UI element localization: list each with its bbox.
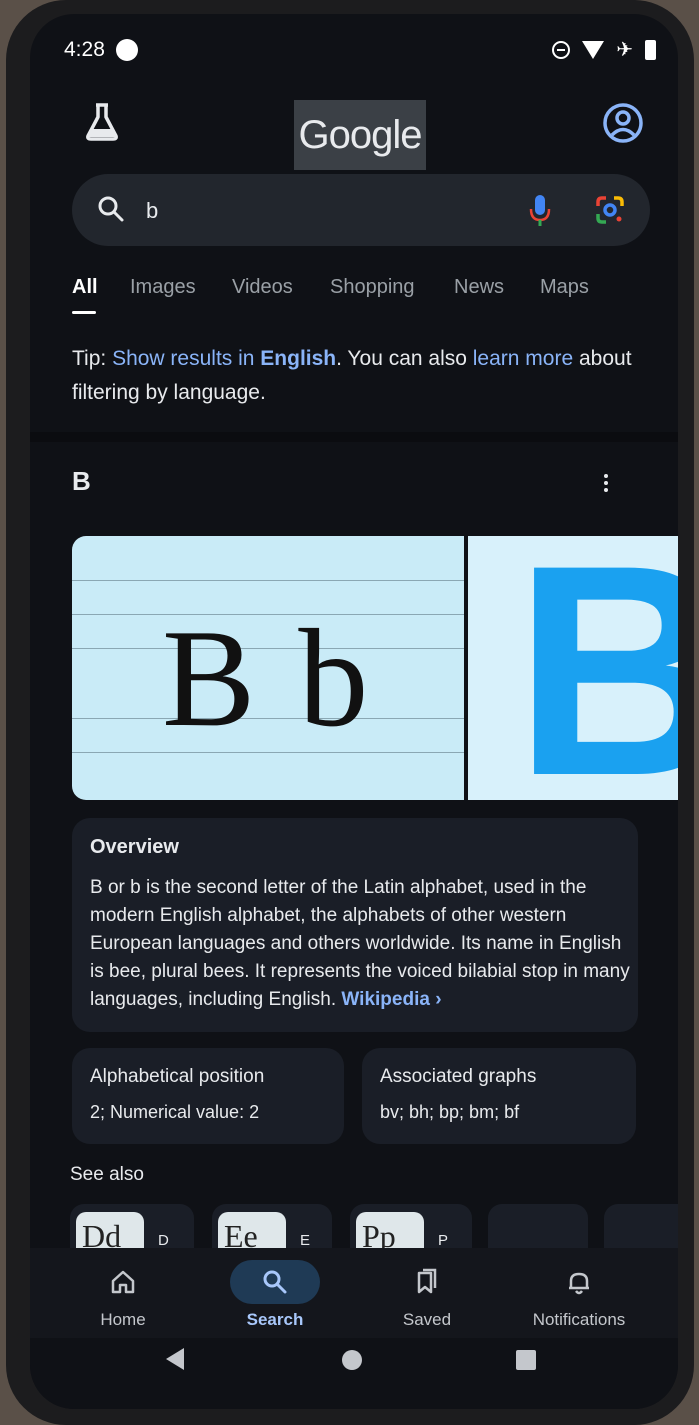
- phone-frame: 4:28 ✈ Google b All Images Videos Shoppi…: [6, 0, 694, 1425]
- tab-shopping[interactable]: Shopping: [330, 276, 415, 299]
- search-icon: [96, 194, 126, 229]
- nav-saved[interactable]: Saved: [362, 1248, 492, 1338]
- screen: 4:28 ✈ Google b All Images Videos Shoppi…: [30, 14, 678, 1409]
- tab-images[interactable]: Images: [130, 276, 196, 299]
- see-also-carousel[interactable]: Dd D Ee E Pp P: [70, 1204, 678, 1250]
- fact-value: bv; bh; bp; bm; bf: [380, 1102, 520, 1122]
- chevron-right-icon[interactable]: ›: [435, 989, 441, 1010]
- see-also-label: P: [438, 1232, 449, 1249]
- see-also-item[interactable]: [604, 1204, 678, 1250]
- nav-home-label: Home: [100, 1310, 146, 1329]
- system-navigation-bar: [30, 1338, 678, 1409]
- blue-b-image[interactable]: B: [468, 536, 678, 800]
- search-input[interactable]: [144, 192, 508, 230]
- tip-prefix: Tip:: [72, 347, 113, 370]
- see-also-thumb: Ee: [218, 1212, 286, 1250]
- microphone-icon[interactable]: [528, 194, 552, 233]
- overview-card: Overview B or b is the second letter of …: [72, 818, 638, 1032]
- battery-icon: [645, 40, 656, 60]
- overview-title: Overview: [90, 836, 179, 858]
- google-logo: Google: [294, 100, 426, 170]
- nav-notifications-label: Notifications: [532, 1310, 626, 1329]
- letter-b-image-text: B b: [162, 601, 373, 756]
- status-icons: ✈: [552, 40, 656, 60]
- fact-card-associated-graphs: Associated graphs bv; bh; bp; bm; bf: [362, 1048, 636, 1144]
- see-also-thumb: Pp: [356, 1212, 424, 1250]
- see-also-item-p[interactable]: Pp P: [350, 1204, 472, 1250]
- google-lens-icon[interactable]: [594, 194, 626, 231]
- see-also-title: See also: [70, 1164, 144, 1185]
- system-home-icon[interactable]: [342, 1350, 362, 1370]
- see-also-item-e[interactable]: Ee E: [212, 1204, 332, 1250]
- saved-icon: [382, 1260, 472, 1304]
- nav-search-label: Search: [246, 1310, 304, 1329]
- show-results-link[interactable]: Show results in: [112, 347, 260, 370]
- wifi-icon: [582, 41, 605, 59]
- recents-icon[interactable]: [516, 1350, 536, 1370]
- see-also-label: E: [300, 1232, 311, 1249]
- tab-maps[interactable]: Maps: [540, 276, 589, 299]
- language-tip: Tip: Show results in English. You can al…: [72, 342, 632, 410]
- section-divider: [30, 432, 678, 442]
- bottom-navigation: Home Search Saved Notifications: [30, 1248, 678, 1338]
- knowledge-panel-images[interactable]: B b B: [72, 536, 678, 800]
- search-bar[interactable]: [72, 174, 650, 246]
- account-icon[interactable]: [602, 102, 644, 149]
- tab-videos[interactable]: Videos: [232, 276, 293, 299]
- notification-app-icon: [116, 39, 138, 61]
- status-bar: 4:28 ✈: [30, 14, 678, 84]
- wikipedia-link[interactable]: Wikipedia: [341, 989, 430, 1010]
- learn-more-link[interactable]: learn more: [473, 347, 573, 370]
- active-tab-indicator: [72, 311, 96, 314]
- status-time: 4:28: [64, 38, 105, 61]
- blue-b-image-text: B: [514, 536, 678, 800]
- nav-saved-label: Saved: [402, 1310, 452, 1329]
- see-also-item[interactable]: [488, 1204, 588, 1250]
- nav-notifications[interactable]: Notifications: [514, 1248, 644, 1338]
- show-results-language-link[interactable]: English: [260, 347, 336, 370]
- fact-title: Alphabetical position: [90, 1066, 265, 1087]
- letter-b-image[interactable]: B b: [72, 536, 464, 800]
- see-also-item-d[interactable]: Dd D: [70, 1204, 194, 1250]
- tip-middle: . You can also: [336, 347, 473, 370]
- see-also-thumb: Dd: [76, 1212, 144, 1250]
- labs-flask-icon[interactable]: [84, 102, 120, 147]
- search-icon: [230, 1260, 320, 1304]
- fact-card-alphabetical-position: Alphabetical position 2; Numerical value…: [72, 1048, 344, 1144]
- overview-text: B or b is the second letter of the Latin…: [90, 874, 630, 1014]
- bell-icon: [534, 1260, 624, 1304]
- search-tabs: All Images Videos Shopping News Maps: [30, 276, 678, 316]
- airplane-mode-icon: ✈: [616, 39, 633, 61]
- see-also-label: D: [158, 1232, 169, 1249]
- tab-news[interactable]: News: [454, 276, 504, 299]
- home-icon: [78, 1260, 168, 1304]
- do-not-disturb-icon: [552, 41, 571, 59]
- nav-home[interactable]: Home: [58, 1248, 188, 1338]
- back-icon[interactable]: [166, 1348, 184, 1370]
- fact-title: Associated graphs: [380, 1066, 537, 1087]
- more-options-icon[interactable]: [602, 474, 610, 498]
- knowledge-panel-title: B: [72, 466, 91, 496]
- nav-search[interactable]: Search: [210, 1248, 340, 1338]
- tab-all[interactable]: All: [72, 276, 98, 299]
- fact-value: 2; Numerical value: 2: [90, 1102, 260, 1122]
